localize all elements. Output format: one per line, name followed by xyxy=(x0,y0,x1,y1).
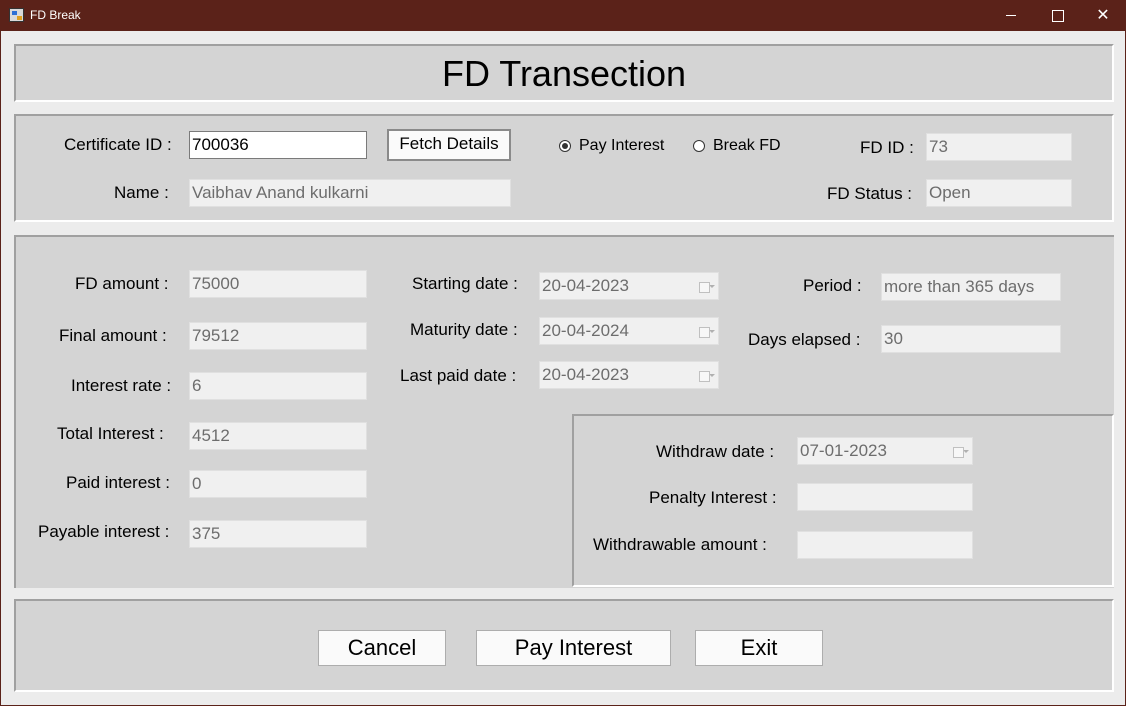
name-field: Vaibhav Anand kulkarni xyxy=(189,179,511,207)
exit-button[interactable]: Exit xyxy=(695,630,823,666)
paid-interest-field: 0 xyxy=(189,470,367,498)
header-panel: FD Transection xyxy=(14,44,1114,102)
chevron-down-icon xyxy=(709,285,715,288)
pay-interest-radio[interactable] xyxy=(559,140,571,152)
chevron-down-icon xyxy=(709,374,715,377)
last-paid-date-picker[interactable]: 20-04-2023 xyxy=(539,361,719,389)
fd-amount-label: FD amount : xyxy=(75,274,169,293)
close-icon: ✕ xyxy=(1096,7,1110,24)
window-title: FD Break xyxy=(30,8,81,22)
name-label: Name : xyxy=(114,183,169,202)
page-title: FD Transection xyxy=(441,53,687,94)
paid-interest-label: Paid interest : xyxy=(66,473,170,492)
penalty-interest-label: Penalty Interest : xyxy=(649,488,777,507)
total-interest-field: 4512 xyxy=(189,422,367,450)
app-icon xyxy=(9,8,24,22)
withdraw-panel: Withdraw date : 07-01-2023 Penalty Inter… xyxy=(572,414,1114,587)
maturity-date-picker[interactable]: 20-04-2024 xyxy=(539,317,719,345)
fd-status-label: FD Status : xyxy=(827,184,913,203)
days-elapsed-field: 30 xyxy=(881,325,1061,353)
interest-rate-label: Interest rate : xyxy=(71,376,172,395)
window-client-area: FD Transection Certificate ID : 700036 F… xyxy=(1,31,1125,705)
fd-status-field: Open xyxy=(926,179,1072,207)
minimize-button[interactable] xyxy=(988,0,1034,31)
payable-interest-field: 375 xyxy=(189,520,367,548)
withdraw-date-picker[interactable]: 07-01-2023 xyxy=(797,437,973,465)
chevron-down-icon xyxy=(963,450,969,453)
last-paid-date-value: 20-04-2023 xyxy=(542,365,629,384)
final-amount-field: 79512 xyxy=(189,322,367,350)
fetch-details-button[interactable]: Fetch Details xyxy=(387,129,511,161)
pay-interest-button[interactable]: Pay Interest xyxy=(476,630,671,666)
pay-interest-radio-label[interactable]: Pay Interest xyxy=(579,137,664,155)
withdraw-date-value: 07-01-2023 xyxy=(800,441,887,460)
certificate-id-label: Certificate ID : xyxy=(64,135,172,154)
lookup-panel: Certificate ID : 700036 Fetch Details Pa… xyxy=(14,114,1114,222)
last-paid-date-label: Last paid date : xyxy=(400,366,517,385)
cancel-button[interactable]: Cancel xyxy=(318,630,446,666)
actions-panel: Cancel Pay Interest Exit xyxy=(14,599,1114,692)
final-amount-label: Final amount : xyxy=(59,326,167,345)
chevron-down-icon xyxy=(709,330,715,333)
payable-interest-label: Payable interest : xyxy=(38,522,170,541)
close-button[interactable]: ✕ xyxy=(1080,0,1126,31)
withdrawable-amount-label: Withdrawable amount : xyxy=(593,535,767,554)
period-label: Period : xyxy=(803,276,862,295)
break-fd-radio-label[interactable]: Break FD xyxy=(713,137,781,155)
interest-rate-field: 6 xyxy=(189,372,367,400)
days-elapsed-label: Days elapsed : xyxy=(748,330,861,349)
withdrawable-amount-field xyxy=(797,531,973,559)
withdraw-date-label: Withdraw date : xyxy=(656,442,775,461)
certificate-id-input[interactable]: 700036 xyxy=(189,131,367,159)
fd-amount-field: 75000 xyxy=(189,270,367,298)
starting-date-picker[interactable]: 20-04-2023 xyxy=(539,272,719,300)
total-interest-label: Total Interest : xyxy=(57,424,164,443)
maximize-button[interactable] xyxy=(1034,0,1080,31)
penalty-interest-field xyxy=(797,483,973,511)
fd-id-label: FD ID : xyxy=(860,138,914,157)
starting-date-label: Starting date : xyxy=(412,274,518,293)
window-titlebar[interactable]: FD Break ✕ xyxy=(0,0,1126,31)
starting-date-value: 20-04-2023 xyxy=(542,276,629,295)
fd-id-field: 73 xyxy=(926,133,1072,161)
break-fd-radio[interactable] xyxy=(693,140,705,152)
period-field: more than 365 days xyxy=(881,273,1061,301)
maturity-date-value: 20-04-2024 xyxy=(542,321,629,340)
maturity-date-label: Maturity date : xyxy=(410,320,518,339)
